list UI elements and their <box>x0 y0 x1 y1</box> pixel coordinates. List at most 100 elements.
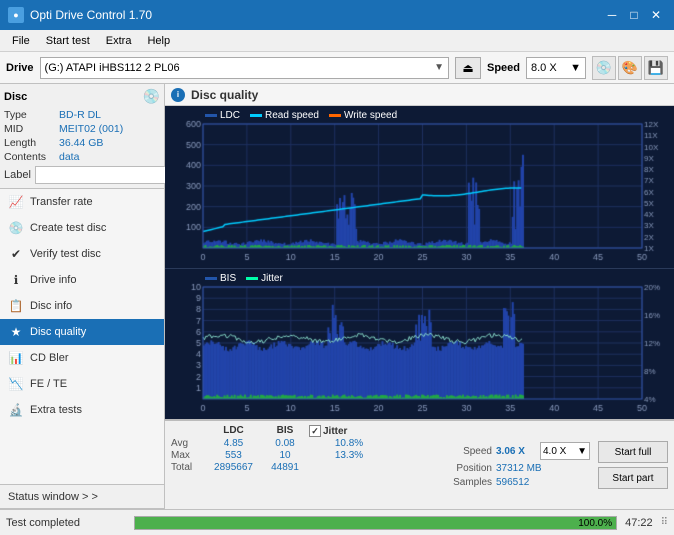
disc-header-icon: 💿 <box>143 88 160 105</box>
menu-file[interactable]: File <box>4 33 38 49</box>
stats-ldc-avg: 4.85 <box>206 438 261 449</box>
stats-ldc-total: 2895667 <box>206 462 261 473</box>
minimize-button[interactable]: ─ <box>602 6 622 24</box>
disc-label-label: Label <box>4 169 31 181</box>
menu-help[interactable]: Help <box>139 33 178 49</box>
stats-hdr-empty <box>171 425 206 437</box>
start-part-button[interactable]: Start part <box>598 467 668 489</box>
sidebar-item-label-drive-info: Drive info <box>30 274 76 286</box>
content-area: i Disc quality LDC Read speed <box>165 84 674 509</box>
stats-bis-avg: 0.08 <box>261 438 309 449</box>
stats-max-label: Max <box>171 450 206 461</box>
sidebar-item-verify-test-disc[interactable]: ✔ Verify test disc <box>0 241 164 267</box>
stats-avg-label: Avg <box>171 438 206 449</box>
stats-hdr-jitter: Jitter <box>323 426 347 437</box>
disc-label-input[interactable] <box>35 166 173 184</box>
stats-samples-label: Samples <box>437 477 492 488</box>
sidebar-bottom: Status window > > <box>0 484 164 509</box>
eject-button[interactable]: ⏏ <box>455 57 481 79</box>
progress-text: 100.0% <box>578 517 612 531</box>
sidebar-item-disc-quality[interactable]: ★ Disc quality <box>0 319 164 345</box>
disc-quality-icon: ★ <box>8 324 24 340</box>
sidebar-item-transfer-rate[interactable]: 📈 Transfer rate <box>0 189 164 215</box>
stats-total-row: Total 2895667 44891 <box>171 462 389 473</box>
sidebar-item-label-verify-test-disc: Verify test disc <box>30 248 101 260</box>
start-buttons: Start full Start part <box>598 425 668 505</box>
speed-value: 8.0 X <box>531 62 570 74</box>
speed-select[interactable]: 8.0 X ▼ <box>526 57 586 79</box>
disc-mid-label: MID <box>4 123 59 135</box>
stats-position-label: Position <box>437 463 492 474</box>
sidebar-item-extra-tests[interactable]: 🔬 Extra tests <box>0 397 164 423</box>
disc-type-row: Type BD-R DL <box>4 109 160 121</box>
stats-hdr-ldc: LDC <box>206 425 261 437</box>
titlebar-left: ● Opti Drive Control 1.70 <box>8 7 152 23</box>
disc-mid-row: MID MEIT02 (001) <box>4 123 160 135</box>
time-text: 47:22 <box>625 517 653 529</box>
toolbar-btn-2[interactable]: 🎨 <box>618 56 642 80</box>
drive-dropdown-arrow: ▼ <box>434 62 444 73</box>
stats-speed-row: Speed 3.06 X 4.0 X ▼ <box>437 442 590 460</box>
speed-arrow-icon: ▼ <box>570 62 581 74</box>
disc-label-row: Label 🖊 <box>4 166 160 184</box>
dq-icon: i <box>171 88 185 102</box>
sidebar-item-fe-te[interactable]: 📉 FE / TE <box>0 371 164 397</box>
stats-headers: LDC BIS ✓ Jitter <box>171 425 389 437</box>
sidebar-item-cd-bler[interactable]: 📊 CD Bler <box>0 345 164 371</box>
status-window-button[interactable]: Status window > > <box>0 485 164 509</box>
drive-info-icon: ℹ <box>8 272 24 288</box>
disc-header: Disc 💿 <box>4 88 160 105</box>
sidebar-item-label-disc-info: Disc info <box>30 300 72 312</box>
stats-ldc-max: 553 <box>206 450 261 461</box>
stats-grid-container: LDC BIS ✓ Jitter Avg 4.85 0.08 10.8% <box>171 425 389 505</box>
toolbar-icons: 💿 🎨 💾 <box>592 56 668 80</box>
jitter-checkbox[interactable]: ✓ <box>309 425 321 437</box>
close-button[interactable]: ✕ <box>646 6 666 24</box>
disc-contents-label: Contents <box>4 151 59 163</box>
extra-tests-icon: 🔬 <box>8 402 24 418</box>
disc-mid-value: MEIT02 (001) <box>59 123 123 135</box>
maximize-button[interactable]: □ <box>624 6 644 24</box>
drive-select[interactable]: (G:) ATAPI iHBS112 2 PL06 ▼ <box>40 57 449 79</box>
disc-info-icon: 📋 <box>8 298 24 314</box>
stats-hdr-jitter-container: ✓ Jitter <box>309 425 389 437</box>
sidebar-item-create-test-disc[interactable]: 💿 Create test disc <box>0 215 164 241</box>
stats-position-row: Position 37312 MB <box>437 463 590 474</box>
stats-jitter-avg: 10.8% <box>309 438 389 449</box>
sidebar-item-label-cd-bler: CD Bler <box>30 352 69 364</box>
status-text: Test completed <box>6 517 126 529</box>
toolbar-btn-3[interactable]: 💾 <box>644 56 668 80</box>
menu-start-test[interactable]: Start test <box>38 33 98 49</box>
create-test-disc-icon: 💿 <box>8 220 24 236</box>
disc-quality-title: Disc quality <box>191 88 258 102</box>
sidebar-item-label-disc-quality: Disc quality <box>30 326 86 338</box>
menu-extra[interactable]: Extra <box>98 33 140 49</box>
sidebar-item-label-create-test-disc: Create test disc <box>30 222 106 234</box>
disc-type-value: BD-R DL <box>59 109 101 121</box>
start-full-button[interactable]: Start full <box>598 441 668 463</box>
progress-bar-container: 100.0% <box>134 516 617 530</box>
speed-dropdown[interactable]: 4.0 X ▼ <box>540 442 590 460</box>
bottom-chart-canvas <box>165 269 674 419</box>
charts-area: LDC Read speed Write speed <box>165 106 674 419</box>
sidebar-item-drive-info[interactable]: ℹ Drive info <box>0 267 164 293</box>
disc-panel: Disc 💿 Type BD-R DL MID MEIT02 (001) Len… <box>0 84 164 189</box>
speed-dropdown-value: 4.0 X <box>543 446 577 457</box>
stats-speed-label: Speed <box>437 446 492 457</box>
disc-length-row: Length 36.44 GB <box>4 137 160 149</box>
toolbar-btn-1[interactable]: 💿 <box>592 56 616 80</box>
stats-bar: LDC BIS ✓ Jitter Avg 4.85 0.08 10.8% <box>165 419 674 509</box>
stats-speed-value: 3.06 X <box>496 446 536 457</box>
sidebar-item-label-extra-tests: Extra tests <box>30 404 82 416</box>
titlebar-controls: ─ □ ✕ <box>602 6 666 24</box>
stats-samples-row: Samples 596512 <box>437 477 590 488</box>
disc-type-label: Type <box>4 109 59 121</box>
disc-contents-value: data <box>59 151 79 163</box>
stats-right-labels: Speed 3.06 X 4.0 X ▼ Position 37312 MB <box>437 425 590 505</box>
sidebar-item-disc-info[interactable]: 📋 Disc info <box>0 293 164 319</box>
app-icon: ● <box>8 7 24 23</box>
stats-right-container: Speed 3.06 X 4.0 X ▼ Position 37312 MB <box>437 425 668 505</box>
resize-grip-icon: ⠿ <box>661 517 668 528</box>
top-chart-canvas <box>165 106 674 268</box>
titlebar-title: Opti Drive Control 1.70 <box>30 8 152 22</box>
